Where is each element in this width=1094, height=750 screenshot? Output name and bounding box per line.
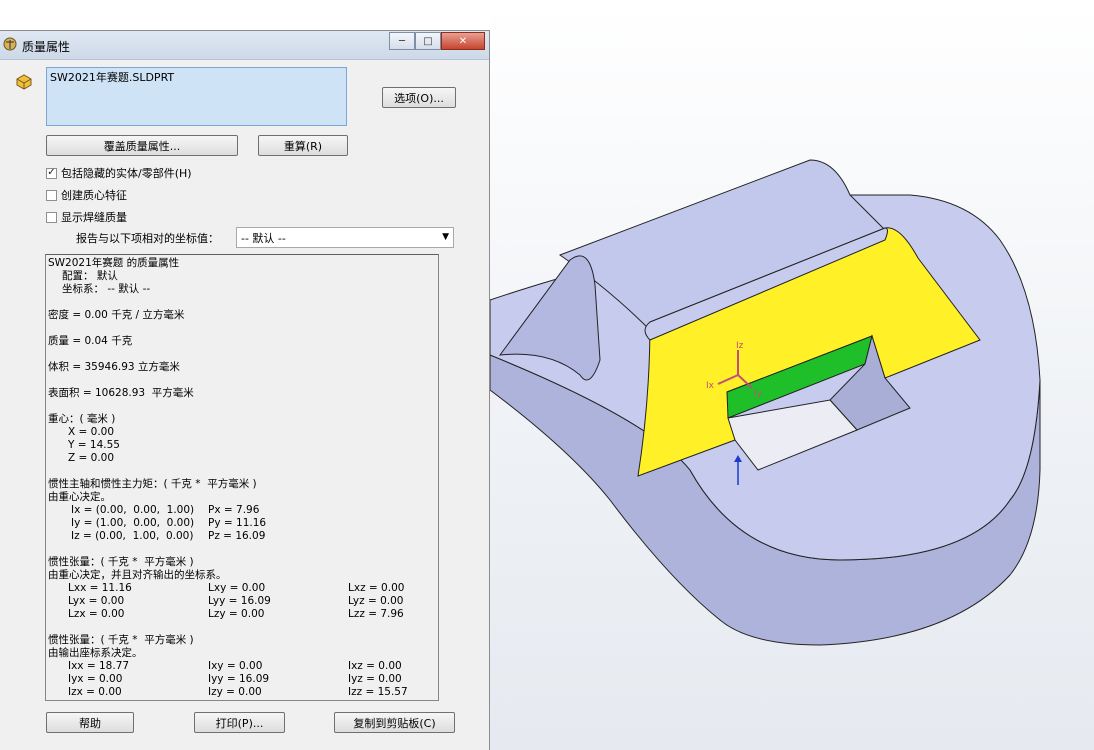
result-config: 配置： 默认 — [62, 270, 118, 282]
result-lxx: Lxx = 11.16 — [68, 582, 132, 594]
result-lzy: Lzy = 0.00 — [208, 608, 265, 620]
result-ixz: Ixz = 0.00 — [348, 660, 402, 672]
result-tensor2-sub: 由输出座标系决定。 — [48, 647, 143, 659]
result-lzx: Lzx = 0.00 — [68, 608, 125, 620]
result-cog-title: 重心：( 毫米 ) — [48, 413, 116, 425]
result-surface: 表面积 = 10628.93 平方毫米 — [48, 387, 194, 399]
result-py: Py = 11.16 — [208, 517, 267, 529]
results-panel[interactable]: SW2021年赛题 的质量属性 配置： 默认 坐标系： -- 默认 -- 密度 … — [45, 254, 439, 701]
maximize-button[interactable]: □ — [415, 32, 441, 50]
result-cog-x: X = 0.00 — [68, 426, 115, 438]
part-model: Iz Ix Iy — [490, 159, 1041, 646]
show-weld-checkbox[interactable]: 显示焊缝质量 — [46, 209, 127, 225]
help-button[interactable]: 帮助 — [46, 712, 134, 733]
result-ix: Ix = (0.00, 0.00, 1.00) — [71, 504, 195, 516]
result-principal-title: 惯性主轴和惯性主力矩：( 千克 * 平方毫米 ) — [48, 478, 257, 490]
result-tensor1-title: 惯性张量：( 千克 * 平方毫米 ) — [48, 556, 194, 568]
result-izx: Izx = 0.00 — [68, 686, 122, 698]
create-com-label: 创建质心特征 — [61, 189, 127, 202]
dropdown-arrow-icon[interactable]: ▼ — [442, 232, 449, 242]
result-iyx: Iyx = 0.00 — [68, 673, 123, 685]
model-viewport[interactable]: Iz Ix Iy — [490, 0, 1094, 750]
result-px: Px = 7.96 — [208, 504, 260, 516]
result-coord-sys: 坐标系： -- 默认 -- — [62, 283, 151, 295]
result-cog-z: Z = 0.00 — [68, 452, 115, 464]
minimize-button[interactable]: ─ — [389, 32, 415, 50]
coord-system-value: -- 默认 -- — [241, 232, 286, 245]
triad-x-label: Ix — [706, 381, 715, 391]
result-lyy: Lyy = 16.09 — [208, 595, 271, 607]
mass-properties-dialog: 质量属性 ─ □ ✕ SW2021年赛题.SLDPRT 选项(O)... 覆盖质… — [0, 30, 490, 750]
result-cog-y: Y = 14.55 — [68, 439, 120, 451]
selected-items-list[interactable]: SW2021年赛题.SLDPRT — [46, 67, 347, 126]
result-lyz: Lyz = 0.00 — [348, 595, 404, 607]
close-button[interactable]: ✕ — [441, 32, 485, 50]
override-mass-button[interactable]: 覆盖质量属性... — [46, 135, 238, 156]
recalculate-button[interactable]: 重算(R) — [258, 135, 348, 156]
checkbox-checked-icon[interactable]: ✓ — [46, 167, 57, 179]
print-button[interactable]: 打印(P)... — [194, 712, 285, 733]
result-ixy: Ixy = 0.00 — [208, 660, 263, 672]
result-lxy: Lxy = 0.00 — [208, 582, 266, 594]
result-iyz: Iyz = 0.00 — [348, 673, 402, 685]
result-iyy: Iyy = 16.09 — [208, 673, 270, 685]
scale-icon — [3, 37, 17, 51]
result-lzz: Lzz = 7.96 — [348, 608, 404, 620]
result-lxz: Lxz = 0.00 — [348, 582, 405, 594]
result-volume: 体积 = 35946.93 立方毫米 — [48, 361, 180, 373]
dialog-title: 质量属性 — [22, 40, 71, 54]
selected-file-name[interactable]: SW2021年赛题.SLDPRT — [50, 71, 174, 84]
options-button[interactable]: 选项(O)... — [382, 87, 456, 108]
checkbox-icon[interactable] — [46, 189, 57, 201]
part-icon — [16, 74, 32, 90]
triad-y-label: Iy — [754, 389, 763, 399]
result-mass: 质量 = 0.04 千克 — [48, 335, 133, 347]
result-tensor1-sub: 由重心决定，并且对齐输出的坐标系。 — [48, 569, 227, 581]
create-com-checkbox[interactable]: 创建质心特征 — [46, 187, 127, 203]
result-izy: Izy = 0.00 — [208, 686, 262, 698]
result-ixx: Ixx = 18.77 — [68, 660, 130, 672]
result-principal-sub: 由重心决定。 — [48, 491, 111, 503]
show-weld-label: 显示焊缝质量 — [61, 211, 127, 224]
result-header: SW2021年赛题 的质量属性 — [48, 257, 180, 269]
result-iy: Iy = (1.00, 0.00, 0.00) — [71, 517, 195, 529]
include-hidden-label: 包括隐藏的实体/零部件(H) — [61, 167, 192, 180]
result-iz: Iz = (0.00, 1.00, 0.00) — [71, 530, 194, 542]
result-density: 密度 = 0.00 千克 / 立方毫米 — [48, 309, 185, 321]
copy-clipboard-button[interactable]: 复制到剪贴板(C) — [334, 712, 455, 733]
result-tensor2-title: 惯性张量：( 千克 * 平方毫米 ) — [48, 634, 194, 646]
coord-system-select[interactable]: -- 默认 -- ▼ — [236, 227, 454, 248]
result-lyx: Lyx = 0.00 — [68, 595, 125, 607]
title-bar[interactable]: 质量属性 ─ □ ✕ — [0, 31, 489, 60]
report-coord-label: 报告与以下项相对的坐标值： — [76, 232, 219, 245]
result-pz: Pz = 16.09 — [208, 530, 266, 542]
include-hidden-checkbox[interactable]: ✓ 包括隐藏的实体/零部件(H) — [46, 165, 192, 181]
checkbox-icon[interactable] — [46, 211, 57, 223]
result-izz: Izz = 15.57 — [348, 686, 408, 698]
triad-z-label: Iz — [736, 341, 744, 351]
